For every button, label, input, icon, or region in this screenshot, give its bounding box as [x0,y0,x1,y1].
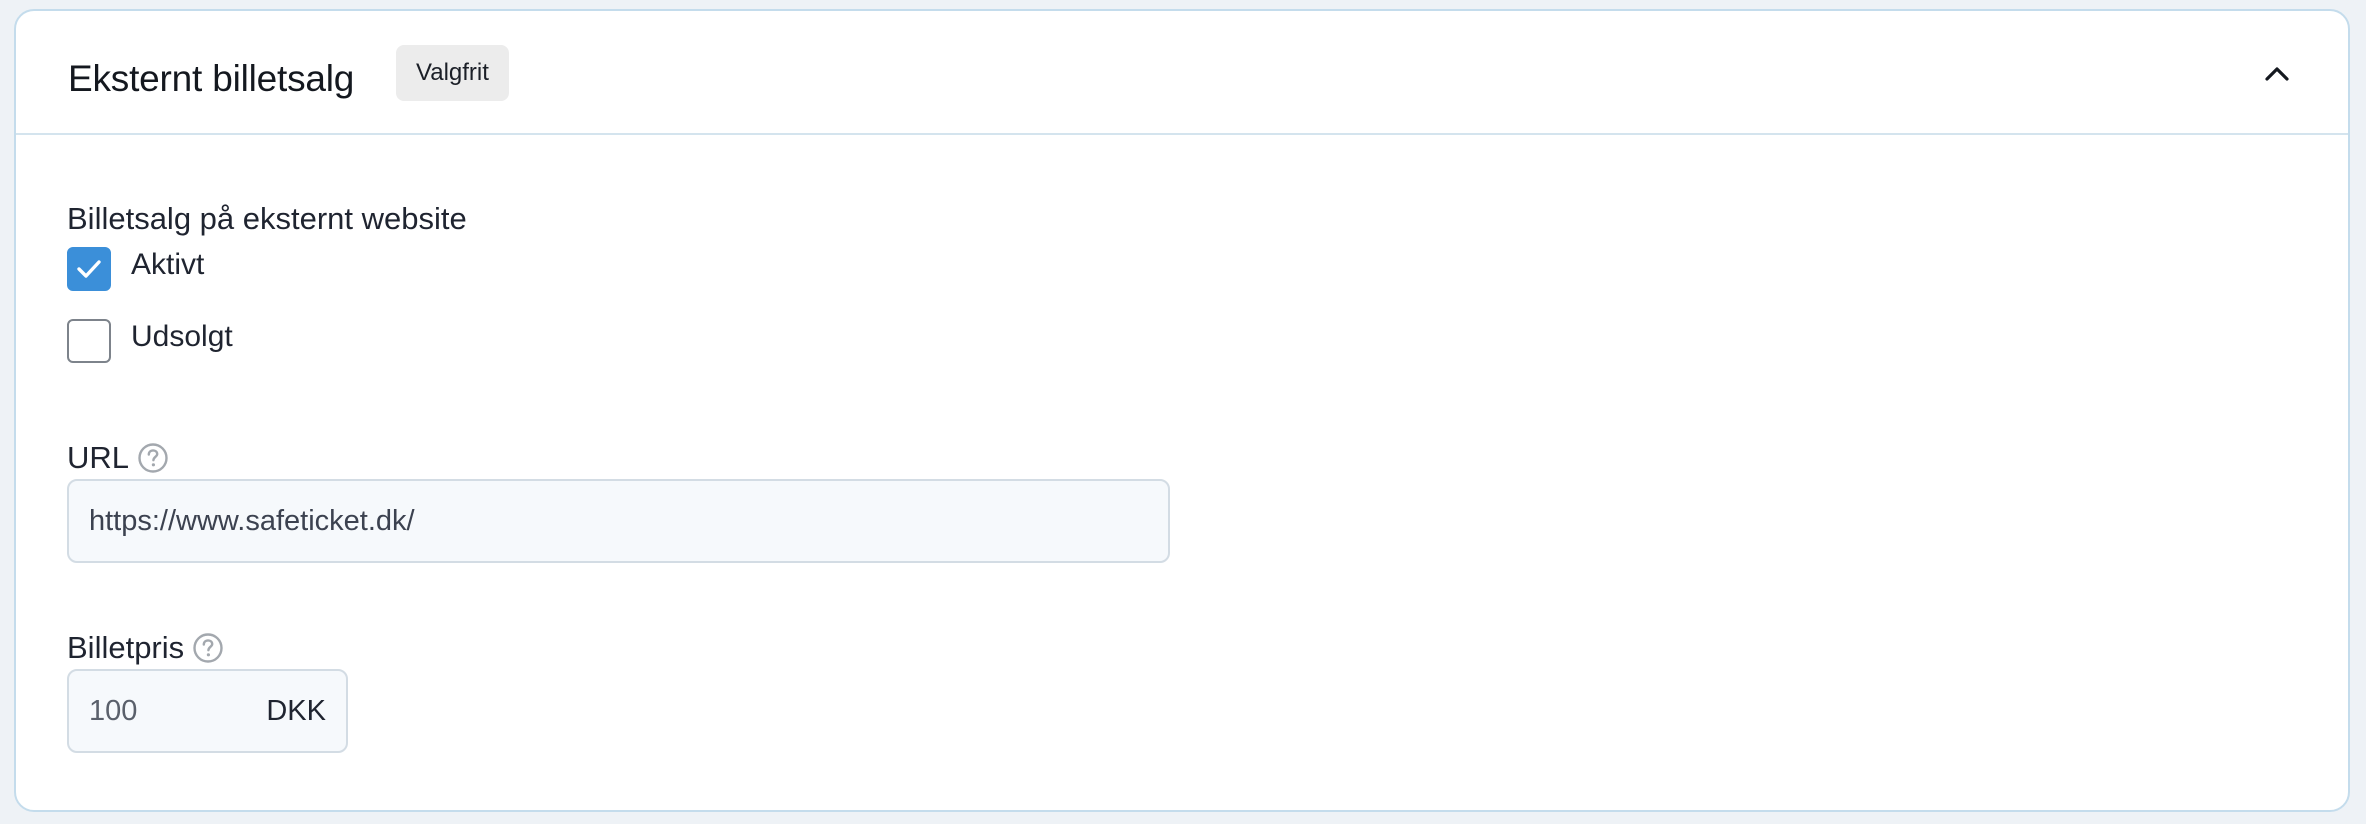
checkmark-icon [77,260,101,278]
url-input[interactable] [89,481,1149,561]
price-input[interactable] [89,671,239,751]
currency-suffix: DKK [266,695,326,727]
collapse-button[interactable] [2260,57,2294,91]
sold-out-label: Udsolgt [131,320,233,353]
sold-out-checkbox[interactable] [67,319,111,363]
price-label: Billetpris [67,630,185,665]
panel-header[interactable]: Eksternt billetsalg Valgfrit [16,11,2348,135]
url-label: URL [67,440,130,475]
active-label: Aktivt [131,248,205,281]
chevron-up-icon [2265,67,2289,81]
optional-badge: Valgfrit [396,45,509,101]
url-label-row: URL [67,437,169,479]
active-option[interactable]: Aktivt [67,247,204,291]
sold-out-option[interactable]: Udsolgt [67,319,233,363]
price-label-row: Billetpris [67,627,224,669]
panel-title: Eksternt billetsalg [68,58,355,99]
question-circle-icon[interactable] [137,442,169,474]
url-field[interactable] [67,479,1170,563]
external-sales-label: Billetsalg på eksternt website [67,201,467,236]
active-checkbox[interactable] [67,247,111,291]
external-ticket-sales-panel: Eksternt billetsalg Valgfrit Billetsalg … [14,9,2350,812]
question-circle-icon[interactable] [192,632,224,664]
price-field[interactable]: DKK [67,669,348,753]
